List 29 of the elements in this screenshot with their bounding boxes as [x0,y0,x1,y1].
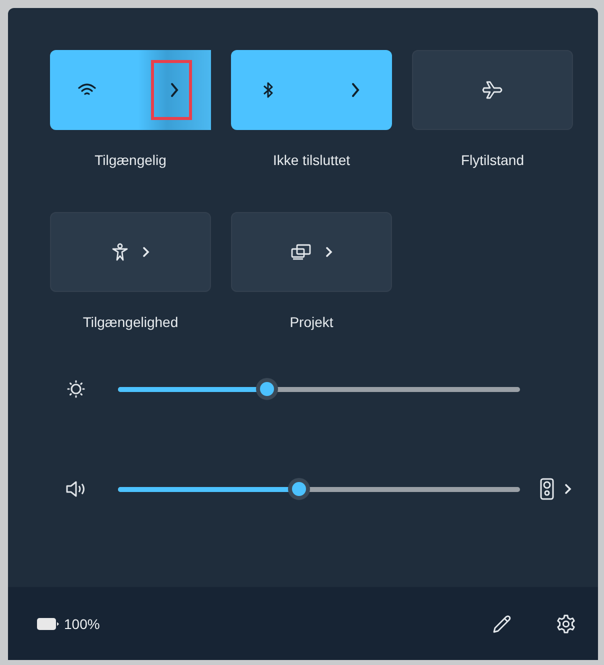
quick-setting-tile[interactable] [231,212,392,292]
bluetooth-icon [262,81,273,99]
quick-setting-tile[interactable] [50,50,211,130]
tile-label: Flytilstand [460,151,524,170]
slider-thumb[interactable] [288,478,310,500]
quick-setting-tile[interactable] [50,212,211,292]
tile-label: Tilgængelig [94,151,166,170]
accessibility-icon [112,243,128,261]
chevron-icon[interactable] [350,82,360,98]
tile-label: Tilgængelighed [82,313,178,332]
speaker-device-icon[interactable] [540,478,554,500]
airplane-icon [482,81,504,99]
settings-icon[interactable] [556,614,576,634]
highlight-frame [150,60,192,120]
quick-setting-tile[interactable] [231,50,392,130]
brightness-icon [67,380,85,398]
quick-setting-tile[interactable] [412,50,573,130]
tile-label: Projekt [290,313,334,332]
battery-icon [36,616,60,630]
edit-icon[interactable] [492,614,512,634]
speaker-icon[interactable] [66,481,86,497]
slider[interactable] [118,378,520,400]
tile-label: Ikke tilsluttet [272,151,350,170]
slider[interactable] [118,478,520,500]
chevron-icon[interactable] [170,82,179,98]
wifi-icon [78,83,96,97]
slider-thumb[interactable] [256,378,278,400]
project-icon [290,244,310,260]
battery-percentage: 100% [64,616,100,632]
